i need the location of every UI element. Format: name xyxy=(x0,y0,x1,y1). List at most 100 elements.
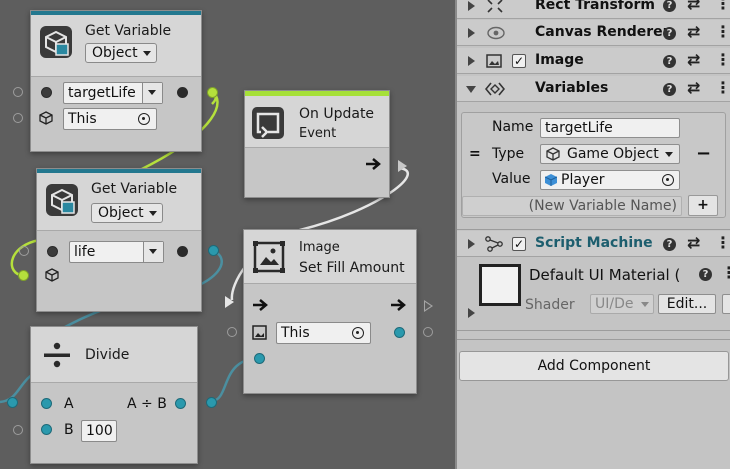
add-variable-button[interactable]: + xyxy=(688,195,718,216)
fold-arrow-icon[interactable] xyxy=(468,1,475,11)
material-preview[interactable] xyxy=(479,264,521,306)
presets-icon[interactable]: ⇄ xyxy=(687,52,700,68)
component-image[interactable]: ✓ Image ? ⇄ ⋮ xyxy=(457,48,730,74)
variable-list: Name targetLife = Type Game Object − Val… xyxy=(461,112,726,218)
node-title: Set Fill Amount xyxy=(299,260,405,276)
variable-cube-icon xyxy=(40,26,72,58)
fold-arrow-icon[interactable] xyxy=(468,308,475,318)
input-a-port[interactable] xyxy=(41,398,52,409)
on-update-node[interactable]: On Update Event xyxy=(244,90,390,198)
fold-arrow-icon[interactable] xyxy=(468,56,475,66)
component-title: Rect Transform xyxy=(535,0,656,13)
new-variable-name-input[interactable]: (New Variable Name) xyxy=(462,196,682,216)
presets-icon[interactable]: ⇄ xyxy=(687,24,700,40)
help-icon[interactable]: ? xyxy=(663,238,676,251)
object-picker-icon[interactable] xyxy=(138,113,150,125)
help-icon[interactable]: ? xyxy=(663,27,676,40)
fold-arrow-icon[interactable] xyxy=(468,28,475,38)
presets-icon[interactable]: ⇄ xyxy=(687,0,700,12)
canvas-renderer-icon xyxy=(487,26,505,40)
target-output-port[interactable] xyxy=(394,327,405,338)
component-canvas-renderer[interactable]: Canvas Renderer ? ⇄ ⋮ xyxy=(457,20,730,46)
variable-kind-dropdown[interactable]: Object xyxy=(91,203,163,223)
variable-kind-dropdown[interactable]: Object xyxy=(85,43,157,63)
variable-name-value: targetLife xyxy=(545,120,613,136)
shader-options-button[interactable] xyxy=(722,294,730,314)
variable-name-field[interactable]: life xyxy=(69,241,164,263)
target-image-field[interactable]: This xyxy=(276,322,371,344)
remove-variable-button[interactable]: − xyxy=(696,143,711,164)
object-input-connector[interactable] xyxy=(18,270,29,281)
help-icon[interactable]: ? xyxy=(663,55,676,68)
value-output-connector[interactable] xyxy=(208,245,219,256)
image-icon xyxy=(253,241,285,273)
add-component-button[interactable]: Add Component xyxy=(459,351,729,381)
get-variable-node-1[interactable]: Get Variable Object targetLife This xyxy=(30,10,202,152)
input-b-port[interactable] xyxy=(41,424,52,435)
presets-icon[interactable]: ⇄ xyxy=(687,235,700,251)
fold-arrow-icon[interactable] xyxy=(466,86,476,93)
divide-node[interactable]: Divide A A ÷ B B 100 xyxy=(30,326,198,464)
name-input-connector[interactable] xyxy=(19,246,29,256)
script-graph-canvas[interactable]: Get Variable Object targetLife This Get … xyxy=(0,0,455,469)
value-output-port[interactable] xyxy=(177,246,188,257)
node-title: Divide xyxy=(85,347,130,363)
new-variable-placeholder: (New Variable Name) xyxy=(528,198,677,214)
input-b-label: B xyxy=(64,422,74,438)
node-header: On Update Event xyxy=(245,96,389,148)
control-input-connector[interactable] xyxy=(225,296,234,308)
output-connector[interactable] xyxy=(206,397,217,408)
more-options-icon[interactable]: ⋮ xyxy=(721,265,730,281)
object-picker-icon[interactable] xyxy=(662,174,674,186)
input-b-value-field[interactable]: 100 xyxy=(81,420,117,442)
input-a-connector[interactable] xyxy=(7,397,18,408)
variable-value-field[interactable]: Player xyxy=(540,170,680,190)
fold-arrow-icon[interactable] xyxy=(468,239,475,249)
control-output-arrow-icon xyxy=(391,299,406,311)
variable-name-dropdown-button[interactable] xyxy=(142,83,162,103)
more-options-icon[interactable]: ⋮ xyxy=(715,24,730,40)
name-input-port[interactable] xyxy=(47,246,58,257)
object-picker-icon[interactable] xyxy=(352,327,364,339)
variable-type-dropdown[interactable]: Game Object xyxy=(540,144,680,164)
more-options-icon[interactable]: ⋮ xyxy=(715,80,730,96)
presets-icon[interactable]: ⇄ xyxy=(687,80,700,96)
more-options-icon[interactable]: ⋮ xyxy=(715,52,730,68)
object-input-connector[interactable] xyxy=(13,113,23,123)
script-machine-enabled-checkbox[interactable]: ✓ xyxy=(512,237,526,251)
more-options-icon[interactable]: ⋮ xyxy=(715,235,730,251)
component-variables[interactable]: Variables ? ⇄ ⋮ xyxy=(457,76,730,102)
object-target-field[interactable]: This xyxy=(63,108,157,130)
value-input-port[interactable] xyxy=(254,353,265,364)
variable-name-field[interactable]: targetLife xyxy=(63,82,163,104)
value-output-port[interactable] xyxy=(177,87,188,98)
target-input-connector[interactable] xyxy=(227,327,237,337)
target-image-value: This xyxy=(281,325,310,341)
output-label: A ÷ B xyxy=(127,396,167,412)
more-options-icon[interactable]: ⋮ xyxy=(715,0,730,12)
node-title: Get Variable xyxy=(85,23,172,39)
get-variable-node-2[interactable]: Get Variable Object life xyxy=(36,168,202,312)
set-fill-amount-node[interactable]: Image Set Fill Amount This xyxy=(243,229,417,394)
help-icon[interactable]: ? xyxy=(699,268,712,281)
help-icon[interactable]: ? xyxy=(663,83,676,96)
drag-handle-icon[interactable]: = xyxy=(469,146,481,162)
component-script-machine[interactable]: ✓ Script Machine ? ⇄ ⋮ xyxy=(457,231,730,257)
target-output-connector[interactable] xyxy=(423,327,433,337)
shader-edit-button[interactable]: Edit... xyxy=(658,294,716,314)
component-rect-transform[interactable]: Rect Transform ? ⇄ ⋮ xyxy=(457,0,730,19)
shader-dropdown[interactable]: UI/De xyxy=(590,294,654,314)
chevron-down-icon xyxy=(641,302,649,307)
name-input-connector[interactable] xyxy=(13,87,23,97)
help-icon[interactable]: ? xyxy=(663,0,676,12)
image-icon xyxy=(486,54,502,68)
input-b-connector[interactable] xyxy=(13,425,23,435)
name-input-port[interactable] xyxy=(41,87,52,98)
variable-name-input[interactable]: targetLife xyxy=(540,118,680,138)
image-enabled-checkbox[interactable]: ✓ xyxy=(512,54,526,68)
control-output-connector[interactable] xyxy=(424,300,433,312)
control-output-connector[interactable] xyxy=(398,160,407,172)
value-output-connector[interactable] xyxy=(207,87,218,98)
output-port[interactable] xyxy=(175,398,186,409)
variable-name-dropdown-button[interactable] xyxy=(143,242,163,262)
